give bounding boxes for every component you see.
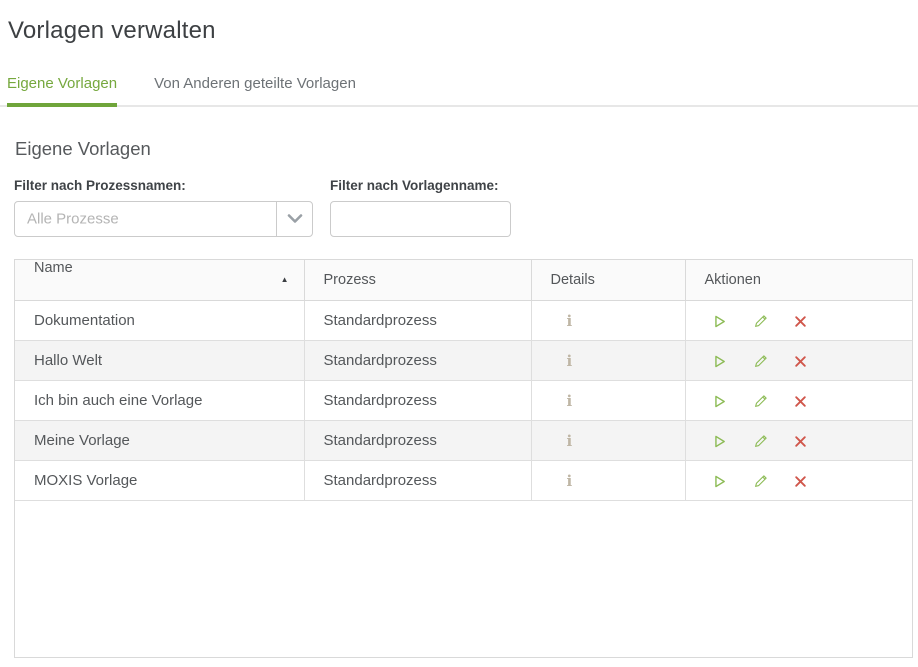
column-header-name-label: Name (34, 260, 73, 276)
table-header-row: Name ▲ Prozess Details Aktionen (15, 260, 912, 301)
template-process-cell: Standardprozess (304, 381, 531, 421)
template-name-cell: Hallo Welt (15, 341, 304, 381)
template-filter-label: Filter nach Vorlagenname: (330, 178, 511, 193)
play-icon[interactable] (712, 314, 727, 329)
column-header-details: Details (531, 260, 685, 301)
table-row: Meine Vorlage Standardprozess i (15, 421, 912, 461)
template-process-cell: Standardprozess (304, 421, 531, 461)
info-icon[interactable]: i (567, 312, 573, 330)
table-row: MOXIS Vorlage Standardprozess i (15, 461, 912, 501)
pencil-icon[interactable] (753, 434, 768, 449)
page-title: Vorlagen verwalten (0, 0, 918, 45)
info-icon[interactable]: i (567, 472, 573, 490)
process-filter-label: Filter nach Prozessnamen: (14, 178, 313, 193)
x-icon[interactable] (794, 395, 807, 408)
template-process-cell: Standardprozess (304, 461, 531, 501)
process-filter-select[interactable]: Alle Prozesse (14, 201, 313, 237)
templates-table: Name ▲ Prozess Details Aktionen Dokument… (14, 259, 913, 658)
column-header-aktionen: Aktionen (685, 260, 912, 301)
info-icon[interactable]: i (567, 352, 573, 370)
play-icon[interactable] (712, 434, 727, 449)
template-process-cell: Standardprozess (304, 341, 531, 381)
template-name-cell: MOXIS Vorlage (15, 461, 304, 501)
template-filter-input[interactable] (330, 201, 511, 237)
tab-bar: Eigene Vorlagen Von Anderen geteilte Vor… (0, 75, 918, 107)
pencil-icon[interactable] (753, 474, 768, 489)
x-icon[interactable] (794, 475, 807, 488)
template-name-cell: Meine Vorlage (15, 421, 304, 461)
template-name-cell: Dokumentation (15, 301, 304, 341)
filter-bar: Filter nach Prozessnamen: Alle Prozesse … (14, 178, 918, 237)
column-header-prozess[interactable]: Prozess (304, 260, 531, 301)
template-process-cell: Standardprozess (304, 301, 531, 341)
pencil-icon[interactable] (753, 314, 768, 329)
column-header-name[interactable]: Name ▲ (15, 260, 304, 301)
play-icon[interactable] (712, 354, 727, 369)
section-heading: Eigene Vorlagen (15, 138, 918, 160)
pencil-icon[interactable] (753, 394, 768, 409)
play-icon[interactable] (712, 394, 727, 409)
tab-eigene-vorlagen[interactable]: Eigene Vorlagen (7, 75, 117, 107)
x-icon[interactable] (794, 315, 807, 328)
play-icon[interactable] (712, 474, 727, 489)
pencil-icon[interactable] (753, 354, 768, 369)
info-icon[interactable]: i (567, 392, 573, 410)
info-icon[interactable]: i (567, 432, 573, 450)
table-row: Dokumentation Standardprozess i (15, 301, 912, 341)
tab-geteilte-vorlagen[interactable]: Von Anderen geteilte Vorlagen (154, 75, 356, 105)
process-filter: Filter nach Prozessnamen: Alle Prozesse (14, 178, 313, 237)
chevron-down-icon (276, 202, 312, 236)
page: Vorlagen verwalten Eigene Vorlagen Von A… (0, 0, 918, 667)
template-name-cell: Ich bin auch eine Vorlage (15, 381, 304, 421)
x-icon[interactable] (794, 435, 807, 448)
process-filter-value: Alle Prozesse (27, 211, 119, 228)
table-row: Ich bin auch eine Vorlage Standardprozes… (15, 381, 912, 421)
template-filter: Filter nach Vorlagenname: (330, 178, 511, 237)
table-row: Hallo Welt Standardprozess i (15, 341, 912, 381)
sort-asc-icon: ▲ (281, 260, 289, 300)
x-icon[interactable] (794, 355, 807, 368)
